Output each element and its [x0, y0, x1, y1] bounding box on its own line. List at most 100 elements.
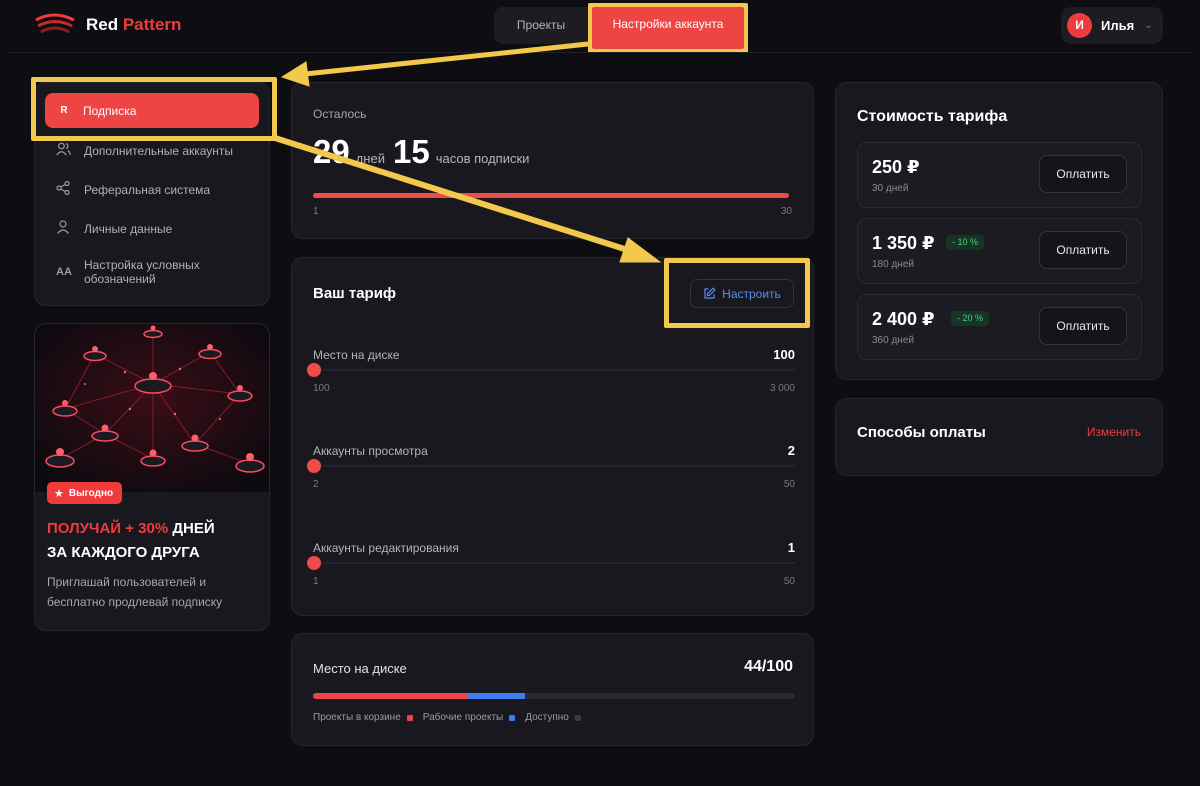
remaining-hours: 15 — [392, 133, 430, 170]
slider-value: 2 — [787, 443, 795, 458]
slider-value: 100 — [773, 347, 795, 362]
plan-duration: 360 дней — [872, 335, 914, 346]
disk-value: 44/100 — [744, 658, 793, 675]
change-payment-link[interactable]: Изменить — [1087, 425, 1141, 439]
slider-min: 2 — [313, 479, 319, 490]
slider-thumb[interactable] — [307, 556, 321, 570]
subscription-remaining-card: Осталось 29 дней 15 часов подписки 1 30 — [291, 82, 814, 239]
header-divider — [10, 52, 1190, 53]
network-illustration — [35, 324, 269, 492]
pricing-title: Стоимость тарифа — [857, 108, 1008, 125]
slider-label: Аккаунты просмотра — [313, 444, 428, 458]
progress-max: 30 — [780, 206, 792, 217]
star-icon: ★ — [54, 487, 64, 500]
promo-title-part: ДНЕЙ — [168, 520, 215, 537]
slider-view-accounts: Аккаунты просмотра 2 2 50 — [307, 443, 795, 490]
plan-30-days: 250 ₽ 30 дней Оплатить — [857, 142, 1142, 208]
remaining-value: 29 дней 15 часов подписки — [313, 133, 537, 171]
plan-price: 250 ₽ — [872, 157, 920, 177]
badge-good-deal: ★ Выгодно — [47, 482, 123, 504]
sidebar-item-legend-settings[interactable]: AA Настройка условных обозначений — [56, 258, 214, 286]
pricing-card: Стоимость тарифа 250 ₽ 30 дней Оплатить … — [835, 82, 1163, 380]
disk-segment-0 — [313, 693, 468, 699]
plan-duration: 30 дней — [872, 183, 909, 194]
plan-price: 1 350 ₽ — [872, 233, 935, 253]
slider-track[interactable] — [307, 556, 795, 570]
logo-icon — [35, 13, 75, 34]
text-size-icon: AA — [56, 266, 72, 278]
disk-segment-2 — [525, 693, 795, 699]
remaining-hours-unit: часов подписки — [435, 151, 530, 166]
badge-label: Выгодно — [68, 487, 114, 499]
slider-edit-accounts: Аккаунты редактирования 1 1 50 — [307, 540, 795, 587]
remaining-progress-bar — [313, 193, 789, 198]
progress-min: 1 — [313, 206, 319, 217]
user-icon — [56, 220, 84, 237]
promo-title-line2: ЗА КАЖДОГО ДРУГА — [47, 544, 200, 561]
legend-label: Рабочие проекты — [422, 712, 504, 723]
plan-price: 2 400 ₽ — [872, 309, 935, 329]
brand-name: Red Pattern — [86, 15, 182, 34]
remaining-days-unit: дней — [355, 151, 385, 166]
slider-max: 3 000 — [769, 383, 795, 394]
discount-badge: - 20 % — [951, 311, 990, 326]
tariff-card: Ваш тариф Настроить Место на диске 100 1… — [291, 257, 814, 616]
disk-title: Место на диске — [313, 661, 407, 676]
remaining-days: 29 — [313, 133, 350, 170]
tab-projects[interactable]: Проекты — [494, 7, 588, 44]
legend-swatch — [509, 714, 516, 721]
slider-min: 1 — [313, 576, 319, 587]
users-icon — [56, 142, 84, 159]
plan-360-days: 2 400 ₽ - 20 % 360 дней Оплатить — [857, 294, 1142, 360]
slider-max: 50 — [783, 576, 795, 587]
sidebar-item-label: Дополнительные аккаунты — [84, 143, 234, 158]
legend-swatch — [574, 714, 581, 721]
legend-swatch — [406, 714, 413, 721]
remaining-label: Осталось — [313, 107, 367, 121]
pay-button[interactable]: Оплатить — [1039, 231, 1127, 269]
user-menu[interactable]: И Илья ⌄ — [1061, 7, 1163, 44]
legend-item-available: Доступно — [525, 712, 581, 723]
avatar: И — [1067, 13, 1092, 38]
sidebar-item-label: Личные данные — [84, 221, 173, 236]
slider-value: 1 — [787, 540, 795, 555]
slider-max: 50 — [783, 479, 795, 490]
share-icon — [56, 180, 84, 198]
tab-account-settings-label: Настройки аккаунта — [592, 7, 744, 49]
pay-button[interactable]: Оплатить — [1039, 155, 1127, 193]
slider-label: Место на диске — [313, 348, 400, 362]
sidebar-item-referral[interactable]: Реферальная система — [56, 180, 211, 198]
disk-usage-card: Место на диске 44/100 Проекты в корзине … — [291, 633, 814, 746]
pay-button[interactable]: Оплатить — [1039, 307, 1127, 345]
slider-track[interactable] — [307, 459, 795, 473]
slider-thumb[interactable] — [307, 363, 321, 377]
brand-logo[interactable]: Red Pattern — [34, 10, 181, 40]
legend-item-trash: Проекты в корзине — [313, 712, 413, 723]
slider-min: 100 — [313, 383, 330, 394]
sidebar-item-label: Реферальная система — [84, 182, 211, 197]
chevron-down-icon: ⌄ — [1144, 20, 1153, 31]
highlight-frame-subscription — [31, 77, 277, 141]
slider-thumb[interactable] — [307, 459, 321, 473]
sidebar-item-additional-accounts[interactable]: Дополнительные аккаунты — [56, 142, 233, 159]
plan-duration: 180 дней — [872, 259, 914, 270]
slider-track[interactable] — [307, 363, 795, 377]
plan-180-days: 1 350 ₽ - 10 % 180 дней Оплатить — [857, 218, 1142, 284]
promo-card[interactable]: ★ Выгодно ПОЛУЧАЙ + 30% ДНЕЙ ЗА КАЖДОГО … — [34, 323, 270, 631]
disk-legend: Проекты в корзине Рабочие проекты Доступ… — [313, 712, 591, 723]
promo-title-highlight: ПОЛУЧАЙ + 30% — [47, 520, 169, 537]
tariff-title: Ваш тариф — [313, 285, 397, 302]
promo-title: ПОЛУЧАЙ + 30% ДНЕЙ ЗА КАЖДОГО ДРУГА — [47, 517, 215, 565]
slider-label: Аккаунты редактирования — [313, 541, 459, 555]
discount-badge: - 10 % — [946, 235, 985, 250]
sidebar-item-personal-data[interactable]: Личные данные — [56, 220, 172, 237]
sidebar-item-label: Настройка условных обозначений — [84, 258, 200, 286]
promo-text: Приглашай пользователей и бесплатно прод… — [47, 575, 223, 609]
main-nav: Проекты Настройки аккаунта — [494, 3, 748, 53]
legend-label: Доступно — [525, 712, 569, 723]
legend-label: Проекты в корзине — [313, 712, 401, 723]
tab-account-settings[interactable]: Настройки аккаунта — [588, 3, 748, 53]
legend-item-working: Рабочие проекты — [422, 712, 516, 723]
payment-methods-title: Способы оплаты — [857, 424, 986, 441]
disk-usage-bar — [313, 693, 795, 699]
